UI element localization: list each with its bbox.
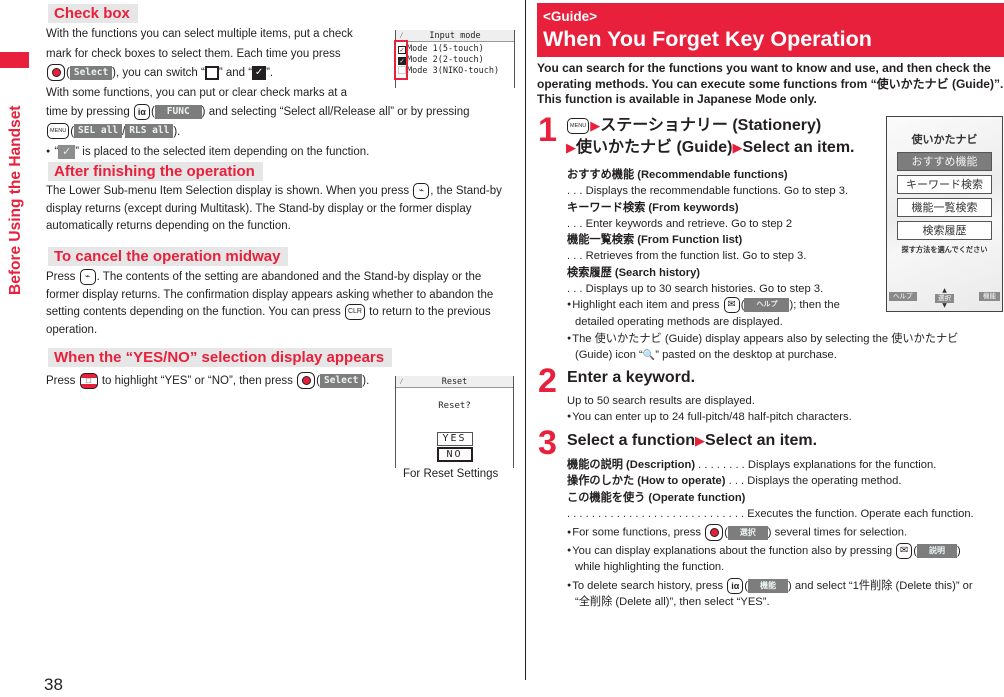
step-3-title: Select a function▶Select an item.: [567, 432, 818, 449]
arrow-icon: ▶: [590, 118, 601, 133]
menu-key-icon: MENU: [567, 117, 590, 134]
softkey-select: Select: [69, 65, 113, 80]
section-check-box: Check box: [48, 4, 138, 25]
guide-title: When You Forget Key Operation: [543, 27, 872, 51]
reset-question: Reset?: [438, 401, 471, 411]
pen-icon: ⁄: [399, 377, 404, 386]
checkbox-highlight-frame: [394, 40, 408, 80]
screen-softkey-left: ヘルプ: [889, 292, 917, 301]
column-divider: [525, 0, 526, 680]
mail-key-icon: ✉: [896, 543, 913, 560]
step-1-guide-note: The 使いかたナビ (Guide) display appears also …: [567, 331, 1004, 365]
cancel-midway-body: Press ⌁. The contents of the setting are…: [46, 269, 494, 336]
mode-row: Mode 3(NIKO-touch): [396, 66, 514, 77]
end-call-key-icon: ⌁: [413, 183, 430, 199]
mode-row: ✓ Mode 2(2-touch): [398, 55, 484, 65]
section-heading: Check box: [48, 4, 138, 23]
guide-screen-hint: 探す方法を選んでください: [901, 245, 988, 255]
input-mode-screen: ⁄ Input mode ✓ Mode 1(5-touch) ✓ Mode 2(2-t…: [395, 30, 515, 88]
step-1-title: MENU ▶ステーショナリー (Stationery) ▶使いかたナビ (Guid…: [566, 117, 855, 156]
step-3-body: 機能の説明 (Description) . . . . . . . . Disp…: [567, 457, 1004, 610]
guide-menu-item: 機能一覧検索: [897, 198, 992, 218]
softkey-rls-all: RLS all: [125, 124, 174, 139]
menu-key-icon: MENU: [47, 123, 70, 140]
guide-menu-item: おすすめ機能: [897, 152, 992, 172]
section-cancel-midway: To cancel the operation midway: [48, 247, 289, 268]
arrow-icon: ▶: [732, 140, 743, 155]
screen-title-bar: ⁄ Reset: [396, 376, 513, 388]
after-finishing-body: The Lower Sub-menu Item Selection displa…: [46, 183, 502, 233]
section-heading: To cancel the operation midway: [48, 247, 289, 266]
arrow-icon: ▶: [566, 140, 576, 155]
softkey-select: Select: [319, 373, 363, 388]
select-key-icon: [705, 524, 724, 542]
option-label: 機能一覧検索 (From Function list): [567, 234, 743, 247]
guide-search-icon: 🔍: [642, 350, 656, 362]
guide-menu-item: キーワード検索: [897, 175, 992, 195]
option-desc: . . . Retrieves from the function list. …: [567, 250, 807, 263]
mode-row: ✓ Mode 1(5-touch): [398, 44, 484, 54]
screen-softkey-center: ▲ 選択 ▼: [935, 288, 954, 309]
i-alpha-key-icon: iα: [727, 577, 744, 594]
navigation-key-icon: □: [79, 372, 98, 389]
reset-screen-caption: For Reset Settings: [403, 468, 499, 480]
end-call-key-icon: ⌁: [79, 269, 96, 285]
guide-tag: <Guide>: [543, 9, 598, 24]
guide-menu-item: 検索履歴: [897, 221, 992, 241]
select-key-icon: [47, 64, 65, 82]
guide-intro: You can search for the functions you wan…: [537, 61, 1004, 106]
softkey-func-jp: 機能: [747, 578, 788, 593]
option-label: キーワード検索 (From keywords): [567, 201, 739, 214]
chapter-label: Before Using the Handset: [7, 105, 24, 295]
option-label: おすすめ機能 (Recommendable functions): [567, 169, 788, 181]
yes-no-body: Press □ to highlight “YES” or “NO”, then…: [46, 372, 386, 391]
unchecked-box-icon: [204, 65, 219, 80]
screen-softkey-right: 機能: [979, 292, 1000, 301]
step-number: 3: [538, 424, 557, 462]
arrow-icon: ▶: [695, 433, 706, 448]
no-option: NO: [436, 446, 473, 462]
screen-title-bar: ⁄ Input mode: [396, 30, 514, 42]
softkey-help: ヘルプ: [744, 298, 790, 313]
softkey-sel-all: SEL all: [74, 124, 123, 139]
yes-option: YES: [436, 431, 473, 446]
mail-key-icon: ✉: [723, 297, 740, 314]
step-2-body: Up to 50 search results are displayed. Y…: [567, 393, 1004, 426]
softkey-select-jp: 選択: [727, 525, 768, 540]
check-mark-icon: ✓: [58, 144, 76, 159]
option-label: 検索履歴 (Search history): [567, 266, 701, 279]
i-alpha-key-icon: iα: [133, 103, 150, 120]
guide-screen-title: 使いかたナビ: [911, 133, 978, 146]
step-number: 2: [538, 362, 557, 400]
step-2-title: Enter a keyword.: [567, 369, 696, 386]
guide-menu-screen: 使いかたナビ おすすめ機能 キーワード検索 機能一覧検索 検索履歴 探す方法を選…: [886, 116, 1003, 312]
option-desc: . . . Displays the recommendable functio…: [567, 185, 849, 198]
step-number: 1: [538, 111, 557, 149]
clr-key-icon: CLR: [344, 304, 365, 321]
option-desc: . . . Enter keywords and retrieve. Go to…: [567, 217, 793, 230]
page-number: 38: [44, 675, 63, 694]
softkey-func: FUNC: [154, 104, 202, 119]
select-key-icon: [297, 372, 316, 390]
step-1-body: おすすめ機能 (Recommendable functions) . . . D…: [567, 167, 887, 330]
checked-box-icon: ✓: [252, 65, 267, 80]
section-heading: After finishing the operation: [48, 162, 263, 181]
option-desc: . . . Displays up to 30 search histories…: [567, 283, 824, 296]
section-after-finishing: After finishing the operation: [48, 162, 263, 183]
softkey-explain: 説明: [916, 544, 957, 559]
guide-banner: <Guide> When You Forget Key Operation: [537, 3, 1004, 57]
section-yes-no: When the “YES/NO” selection display appe…: [48, 348, 393, 369]
reset-screen: ⁄ Reset Reset? YES NO: [395, 376, 514, 468]
section-heading: When the “YES/NO” selection display appe…: [48, 348, 393, 367]
